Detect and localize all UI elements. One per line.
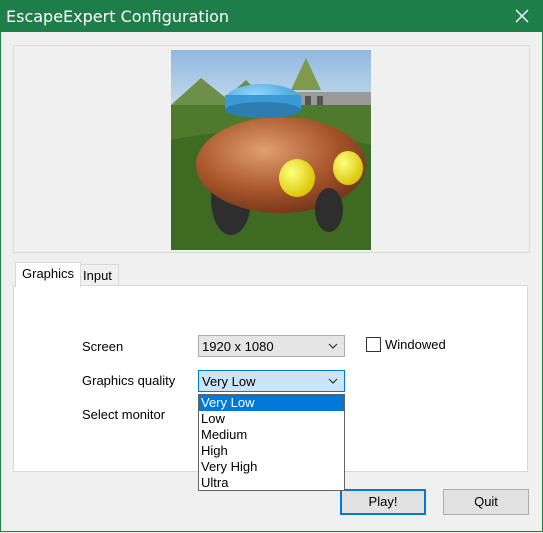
windowed-checkbox[interactable] [366,337,381,352]
quality-option-very-low[interactable]: Very Low [199,395,344,411]
play-button[interactable]: Play! [340,489,426,515]
banner-image [171,50,371,250]
select-monitor-label: Select monitor [82,407,166,422]
title-bar: EscapeExpert Configuration [0,0,543,32]
chevron-down-icon [328,343,338,349]
graphics-quality-value: Very Low [202,374,256,389]
quality-option-low[interactable]: Low [199,411,344,427]
quality-option-ultra[interactable]: Ultra [199,475,344,491]
graphics-quality-label: Graphics quality [82,373,176,388]
window-title: EscapeExpert Configuration [6,7,230,26]
quality-option-medium[interactable]: Medium [199,427,344,443]
tab-graphics[interactable]: Graphics [15,262,82,288]
screen-resolution-value: 1920 x 1080 [202,339,274,354]
quality-option-very-high[interactable]: Very High [199,459,344,475]
tab-graphics-label: Graphics [22,266,75,281]
screen-label: Screen [82,339,124,354]
windowed-label: Windowed [385,337,446,352]
graphics-quality-dropdown-list: Very Low Low Medium High Very High Ultra [198,394,345,491]
close-icon[interactable] [511,5,533,27]
graphics-quality-select[interactable]: Very Low [198,370,345,392]
quality-option-high[interactable]: High [199,443,344,459]
tab-input-label: Input [83,268,112,283]
chevron-down-icon [328,378,338,384]
screen-resolution-select[interactable]: 1920 x 1080 [198,335,345,357]
quit-button[interactable]: Quit [443,489,529,515]
